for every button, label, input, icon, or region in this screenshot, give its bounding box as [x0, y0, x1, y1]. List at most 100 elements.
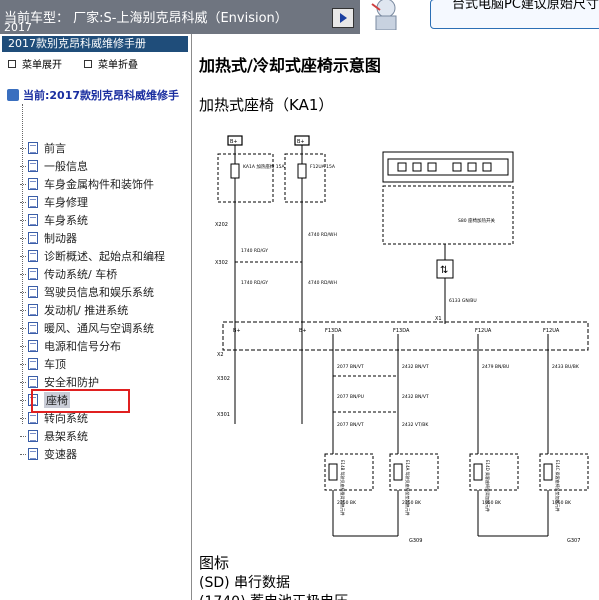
- tree-item[interactable]: 悬架系统: [20, 427, 88, 445]
- switch-label: S80 座椅加热开关: [458, 217, 496, 224]
- ground-wires: [332, 490, 549, 537]
- tree-item-label: 车身系统: [44, 214, 88, 227]
- bus-label-6: F12UA: [543, 328, 560, 334]
- current-label: 当前:2017款别克昂科威维修手: [23, 89, 180, 102]
- connector-x1: X1: [435, 316, 442, 322]
- branch-wire-1c: 2077 BN/VT: [337, 422, 364, 428]
- tree-connector: [20, 273, 26, 275]
- connector-x302: X302: [215, 260, 228, 266]
- collapse-menu-button[interactable]: 菜单折叠: [84, 56, 138, 71]
- tree-connector: [20, 309, 26, 311]
- legend-title: 图标: [199, 554, 230, 572]
- sidebar: 2017款别克昂科威维修手册 菜单展开 菜单折叠 当前:2017款别克昂科威维修…: [0, 34, 192, 600]
- expand-menu-button[interactable]: 菜单展开: [8, 56, 62, 71]
- connector-x2: X2: [217, 352, 224, 358]
- bus-label-5: F12UA: [475, 328, 492, 334]
- tree-connector: [20, 183, 26, 185]
- content-pane: 加热式/冷却式座椅示意图 加热式座椅（KA1） B+ B+ KA1A 加热座椅 …: [193, 34, 599, 600]
- bus-bar: [222, 321, 589, 351]
- ground-wire-2: 2350 BK: [402, 500, 422, 506]
- tree-connector: [20, 219, 26, 221]
- tree-item[interactable]: 电源和信号分布: [20, 337, 121, 355]
- current-manual-node[interactable]: 当前:2017款别克昂科威维修手: [7, 87, 179, 103]
- tree-item-label: 电源和信号分布: [44, 340, 121, 353]
- tree-item[interactable]: 制动器: [20, 229, 77, 247]
- tree-item[interactable]: 车顶: [20, 355, 66, 373]
- tree-item-label: 诊断概述、起始点和编程: [44, 250, 165, 263]
- document-icon: [28, 214, 38, 226]
- banner: 台式电脑PC建议原始尺寸: [360, 0, 599, 34]
- tree-item-label: 变速器: [44, 448, 77, 461]
- ground-wire-4: 1950 BK: [552, 500, 572, 506]
- document-icon: [28, 178, 38, 190]
- go-button[interactable]: [332, 8, 354, 28]
- tree-connector: [20, 381, 26, 383]
- fuse-right-id: B+: [297, 139, 305, 145]
- tree-item[interactable]: 传动系统/ 车桥: [20, 265, 117, 283]
- bus-label-2: B+: [299, 328, 307, 334]
- tree-item-label: 发动机/ 推进系统: [44, 304, 129, 317]
- connector-x301: X301: [217, 412, 230, 418]
- tree-item[interactable]: 车身修理: [20, 193, 88, 211]
- fuse-left-label: KA1A 加热座椅 15A: [243, 163, 285, 170]
- wire-b2-label: 4740 RD/WH: [308, 280, 337, 286]
- selection-highlight-box: [31, 389, 130, 413]
- tree-item-label: 一般信息: [44, 160, 88, 173]
- branch-wire-3: 2479 BN/BU: [482, 364, 509, 370]
- fuse-right: [297, 163, 307, 179]
- tree-connector: [20, 363, 26, 365]
- seat-module-box: [382, 185, 514, 245]
- document-icon: [28, 232, 38, 244]
- tree-item-label: 车身修理: [44, 196, 88, 209]
- tree-item[interactable]: 一般信息: [20, 157, 88, 175]
- ground-left-label: G309: [409, 538, 422, 544]
- tree-connector: [20, 147, 26, 149]
- tree-connector: [20, 237, 26, 239]
- tree-item[interactable]: 发动机/ 推进系统: [20, 301, 128, 319]
- tree-item[interactable]: 车身系统: [20, 211, 88, 229]
- tree-item[interactable]: 车身金属构件和装饰件: [20, 175, 154, 193]
- ground-wire-3: 1950 BK: [482, 500, 502, 506]
- document-icon: [28, 340, 38, 352]
- seat-heat-switches: [397, 162, 492, 172]
- branch-wires: [332, 334, 549, 454]
- play-icon: [339, 13, 347, 23]
- branch-wire-4: 2433 BU/BK: [552, 364, 580, 370]
- collapse-label: 菜单折叠: [98, 60, 138, 71]
- document-icon: [28, 268, 38, 280]
- tree-item-label: 安全和防护: [44, 376, 99, 389]
- top-bar: 当前车型： 厂家:S-上海别克昂科威（Envision） 2017: [0, 0, 360, 34]
- tree-item[interactable]: 前言: [20, 139, 66, 157]
- serial-arrow-icon: ⇅: [440, 265, 448, 276]
- tree-connector: [20, 255, 26, 257]
- connector-x202: X202: [215, 222, 228, 228]
- fuse-left-id: B+: [230, 139, 238, 145]
- tree-connector: [20, 453, 26, 455]
- tree-item-label: 车身金属构件和装饰件: [44, 178, 154, 191]
- section-title: 加热式座椅（KA1）: [199, 96, 334, 114]
- wire-a-label: 1740 RD/GY: [241, 248, 268, 254]
- manual-title: 2017款别克昂科威维修手册: [2, 36, 188, 52]
- document-icon: [28, 358, 38, 370]
- document-icon: [28, 448, 38, 460]
- banner-text: 台式电脑PC建议原始尺寸: [452, 0, 599, 12]
- tree-item-label: 前言: [44, 142, 66, 155]
- legend-item-2: (1740) 蓄电池正极电压: [199, 591, 348, 600]
- tree-connector: [20, 201, 26, 203]
- ground-right-label: G307: [567, 538, 580, 544]
- wire-b-label: 4740 RD/WH: [308, 232, 337, 238]
- tree-item[interactable]: 驾驶员信息和娱乐系统: [20, 283, 154, 301]
- tree-item[interactable]: 诊断概述、起始点和编程: [20, 247, 165, 265]
- expand-label: 菜单展开: [22, 60, 62, 71]
- tree-item-label: 悬架系统: [44, 430, 88, 443]
- car-type-label: 当前车型： 厂家:S-上海别克昂科威（Envision）: [4, 11, 288, 26]
- document-icon: [28, 412, 38, 424]
- tree-item[interactable]: 暖风、通风与空调系统: [20, 319, 154, 337]
- branch-wire-1b: 2077 BN/PU: [337, 394, 364, 400]
- document-icon: [28, 430, 38, 442]
- bus-label-3: F13DA: [325, 328, 342, 334]
- tree-item[interactable]: 变速器: [20, 445, 77, 463]
- document-icon: [28, 250, 38, 262]
- tree-connector: [20, 327, 26, 329]
- tree-connector: [20, 417, 26, 419]
